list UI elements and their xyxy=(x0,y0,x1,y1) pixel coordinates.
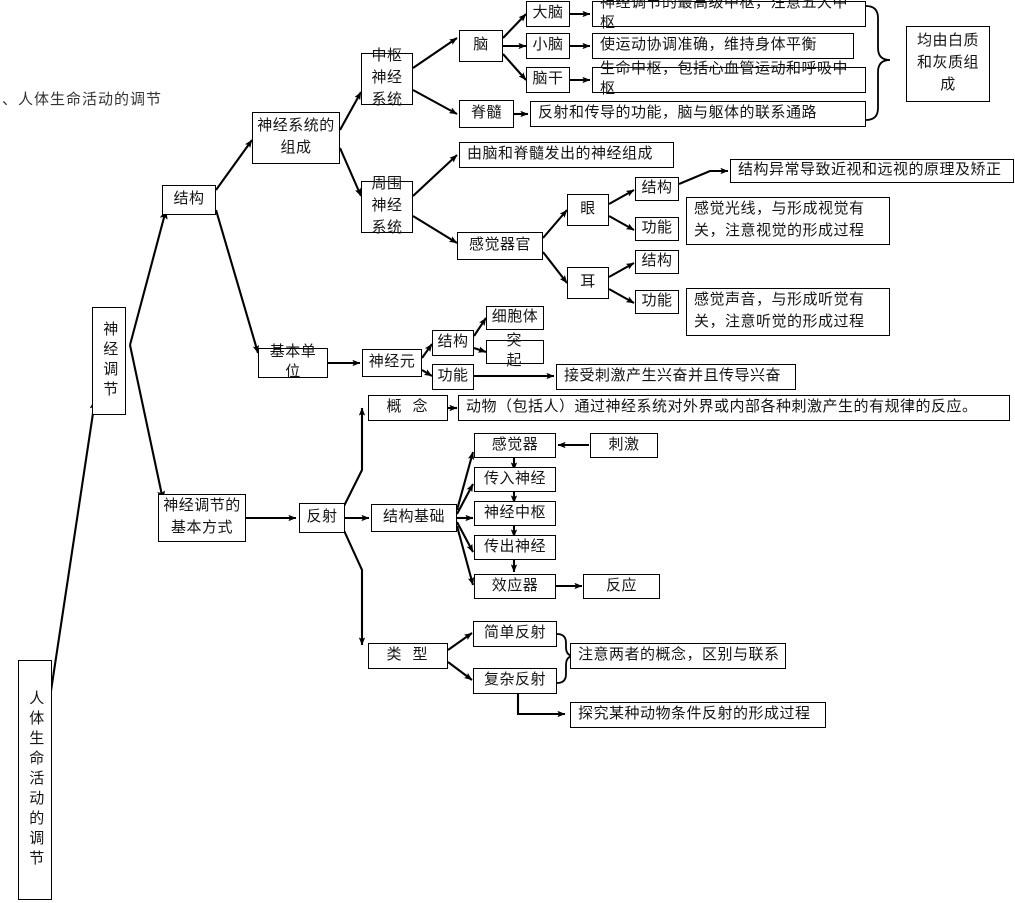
node-effector[interactable]: 效应器 xyxy=(474,574,556,599)
diagram-canvas: 、人体生命活动的调节 人体生命活动的调节 神经调节 结构 神经调节的基本方式 神… xyxy=(0,0,1015,903)
node-concept-desc[interactable]: 动物（包括人）通过神经系统对外界或内部各种刺激产生的有规律的反应。 xyxy=(458,395,1010,421)
node-neuron-function[interactable]: 功能 xyxy=(432,364,474,390)
node-basic-way[interactable]: 神经调节的基本方式 xyxy=(158,494,246,542)
node-brainstem-desc[interactable]: 生命中枢，包括心血管运动和呼吸中枢 xyxy=(592,61,866,97)
node-experiment-desc[interactable]: 探究某种动物条件反射的形成过程 xyxy=(570,702,826,728)
node-structural-basis[interactable]: 结构基础 xyxy=(371,504,457,532)
node-eye-function-desc[interactable]: 感觉光线，与形成视觉有关，注意视觉的形成过程 xyxy=(686,197,890,245)
node-nervous-system-composition[interactable]: 神经系统的组成 xyxy=(252,112,340,164)
node-ear-function-desc[interactable]: 感觉声音，与形成听觉有关，注意听觉的形成过程 xyxy=(686,288,890,336)
node-neuron-function-desc[interactable]: 接受刺激产生兴奋并且传导兴奋 xyxy=(556,364,796,390)
node-root-vertical[interactable]: 人体生命活动的调节 xyxy=(18,660,52,900)
node-basic-unit[interactable]: 基本单位 xyxy=(258,344,328,380)
node-receptor[interactable]: 感觉器 xyxy=(474,433,556,458)
node-types-desc[interactable]: 注意两者的概念，区别与联系 xyxy=(570,643,786,669)
node-nerve-center[interactable]: 神经中枢 xyxy=(474,501,556,526)
node-eye[interactable]: 眼 xyxy=(567,194,609,226)
node-brain[interactable]: 脑 xyxy=(459,30,503,62)
node-types[interactable]: 类型 xyxy=(368,643,448,669)
node-spinal-cord[interactable]: 脊髓 xyxy=(459,100,514,128)
node-eye-function[interactable]: 功能 xyxy=(635,217,679,241)
node-complex-reflex[interactable]: 复杂反射 xyxy=(473,668,557,694)
node-ear[interactable]: 耳 xyxy=(567,267,609,299)
node-spinal-cord-desc[interactable]: 反射和传导的功能，脑与躯体的联系通路 xyxy=(530,101,866,127)
node-efferent-nerve[interactable]: 传出神经 xyxy=(474,535,556,560)
page-title: 、人体生命活动的调节 xyxy=(2,92,163,108)
node-cerebellum-desc[interactable]: 使运动协调准确，维持身体平衡 xyxy=(592,33,854,59)
node-reflex[interactable]: 反射 xyxy=(299,503,345,533)
node-neuron-structure[interactable]: 结构 xyxy=(432,330,474,356)
node-processes[interactable]: 突起 xyxy=(486,333,544,369)
node-ear-structure[interactable]: 结构 xyxy=(635,250,679,274)
node-sense-organs[interactable]: 感觉器官 xyxy=(457,232,543,260)
node-simple-reflex[interactable]: 简单反射 xyxy=(473,621,557,647)
node-neural-regulation[interactable]: 神经调节 xyxy=(92,307,126,415)
node-central-nervous-system[interactable]: 中枢神经系统 xyxy=(361,48,413,108)
node-neuron[interactable]: 神经元 xyxy=(362,349,422,377)
node-brainstem[interactable]: 脑干 xyxy=(526,67,570,93)
node-eye-structure-desc[interactable]: 结构异常导致近视和远视的原理及矫正 xyxy=(730,159,1014,183)
node-peripheral-desc[interactable]: 由脑和脊髓发出的神经组成 xyxy=(459,142,674,168)
node-peripheral-nervous-system[interactable]: 周围神经系统 xyxy=(361,176,413,236)
node-cerebrum-desc[interactable]: 神经调节的最高级中枢，注意五大中枢 xyxy=(592,0,866,31)
node-ear-function[interactable]: 功能 xyxy=(635,290,679,314)
node-response[interactable]: 反应 xyxy=(583,574,660,599)
node-cerebrum[interactable]: 大脑 xyxy=(526,1,570,27)
node-stimulus[interactable]: 刺激 xyxy=(590,433,658,458)
node-cerebellum[interactable]: 小脑 xyxy=(526,33,570,59)
node-afferent-nerve[interactable]: 传入神经 xyxy=(474,467,556,492)
node-cell-body[interactable]: 细胞体 xyxy=(486,306,544,330)
node-white-gray-matter[interactable]: 均由白质和灰质组成 xyxy=(906,26,990,102)
node-structure[interactable]: 结构 xyxy=(162,185,216,215)
node-eye-structure[interactable]: 结构 xyxy=(635,177,679,201)
node-concept[interactable]: 概念 xyxy=(368,395,448,421)
